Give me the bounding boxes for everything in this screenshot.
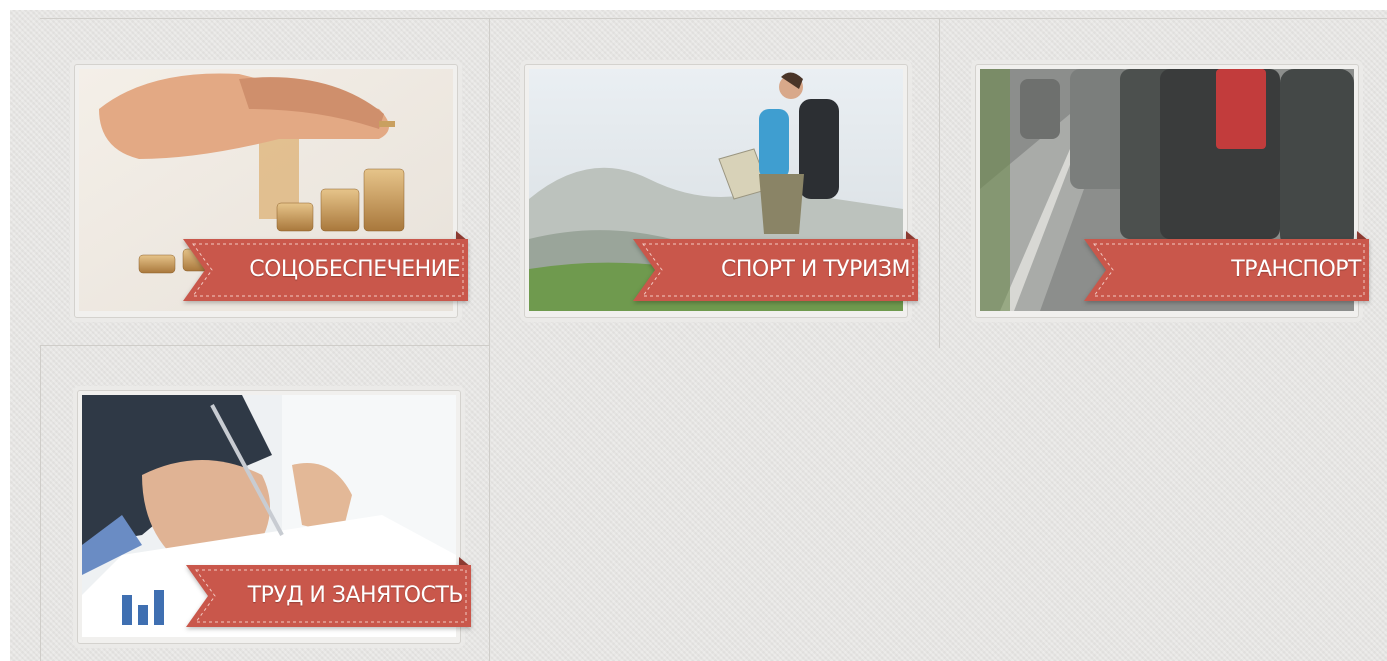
grid-divider [40, 18, 1387, 19]
category-ribbon: СПОРТ И ТУРИЗМ [633, 231, 918, 301]
category-grid: СОЦОБЕСПЕЧЕНИЕ СПОРТ И ТУРИЗМ ТРАНСПОРТ … [10, 10, 1387, 661]
category-label: ТРУД И ЗАНЯТОСТЬ [247, 583, 464, 608]
category-card-social-security[interactable]: СОЦОБЕСПЕЧЕНИЕ [74, 64, 468, 318]
category-card-sport-tourism[interactable]: СПОРТ И ТУРИЗМ [524, 64, 918, 318]
grid-divider [40, 345, 41, 661]
grid-divider [489, 18, 490, 661]
grid-divider [939, 18, 940, 348]
category-card-labour-employment[interactable]: ТРУД И ЗАНЯТОСТЬ [77, 390, 471, 644]
category-card-transport[interactable]: ТРАНСПОРТ [975, 64, 1369, 318]
category-ribbon: СОЦОБЕСПЕЧЕНИЕ [183, 231, 468, 301]
category-label: ТРАНСПОРТ [1231, 257, 1361, 282]
category-ribbon: ТРУД И ЗАНЯТОСТЬ [186, 557, 471, 627]
category-label: СОЦОБЕСПЕЧЕНИЕ [249, 257, 460, 282]
category-ribbon: ТРАНСПОРТ [1084, 231, 1369, 301]
grid-divider [40, 345, 490, 346]
category-label: СПОРТ И ТУРИЗМ [720, 257, 911, 282]
